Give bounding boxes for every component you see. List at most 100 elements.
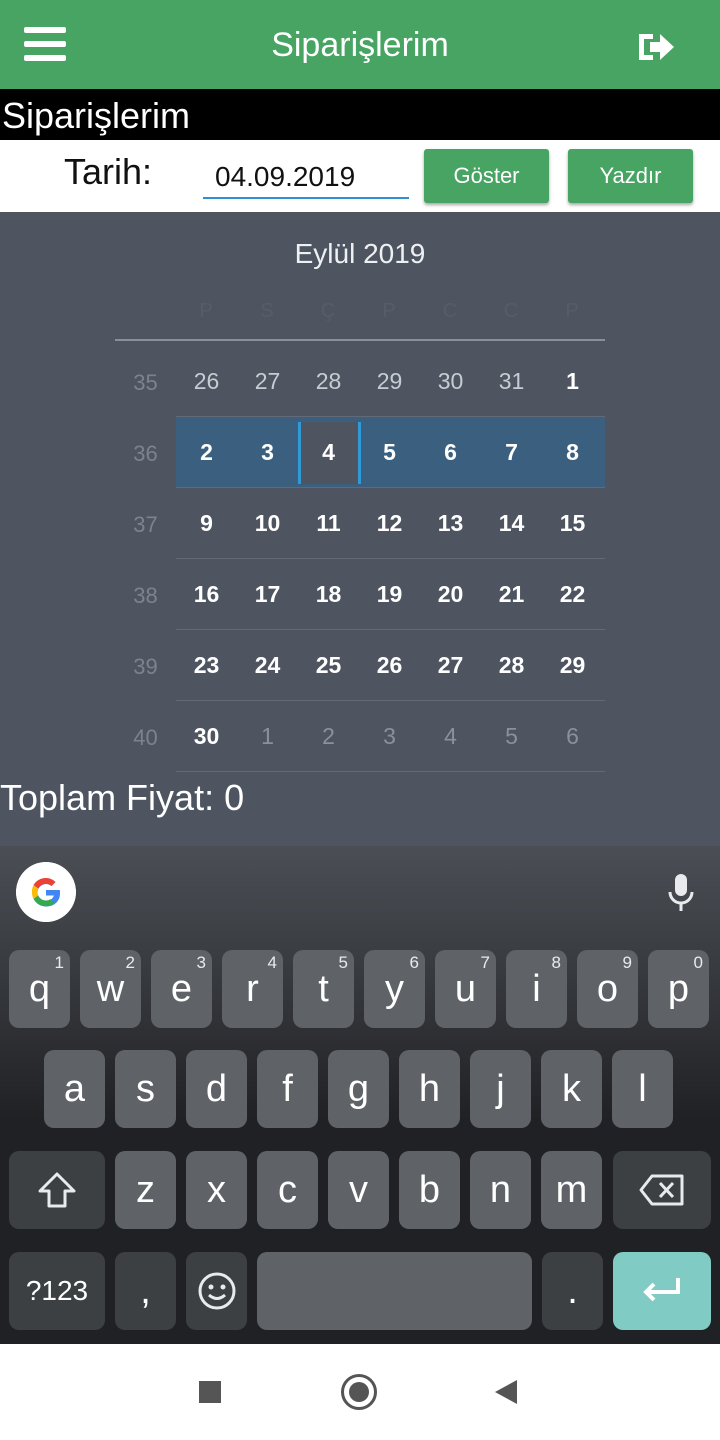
key-c[interactable]: c [257,1151,318,1229]
weekday-header: Ç [320,300,336,322]
backspace-icon [639,1174,684,1206]
recent-apps-icon[interactable] [199,1381,221,1403]
key-number-hint: 6 [409,953,419,972]
calendar-day[interactable]: 4 [420,723,481,750]
calendar-day[interactable]: 11 [298,510,359,537]
key-l[interactable]: l [612,1050,673,1128]
key-label: i [532,968,541,1010]
key-r[interactable]: r4 [222,950,283,1028]
period-key[interactable]: . [542,1252,603,1330]
calendar-day[interactable]: 6 [420,439,481,466]
calendar-day[interactable]: 2 [176,439,237,466]
key-s[interactable]: s [115,1050,176,1128]
calendar-day[interactable]: 15 [542,510,603,537]
key-w[interactable]: w2 [80,950,141,1028]
calendar-day[interactable]: 21 [481,581,542,608]
symbols-key[interactable]: ?123 [9,1252,105,1330]
calendar-day[interactable]: 3 [237,439,298,466]
calendar-day[interactable]: 12 [359,510,420,537]
calendar-day[interactable]: 3 [359,723,420,750]
enter-key[interactable] [613,1252,711,1330]
calendar-day[interactable]: 30 [420,368,481,395]
calendar-day[interactable]: 5 [359,439,420,466]
show-button[interactable]: Göster [424,149,549,203]
key-u[interactable]: u7 [435,950,496,1028]
key-j[interactable]: j [470,1050,531,1128]
google-icon[interactable] [16,862,76,922]
key-p[interactable]: p0 [648,950,709,1028]
key-n[interactable]: n [470,1151,531,1229]
calendar-day[interactable]: 20 [420,581,481,608]
space-key[interactable] [257,1252,532,1330]
key-t[interactable]: t5 [293,950,354,1028]
calendar-day[interactable]: 22 [542,581,603,608]
key-m[interactable]: m [541,1151,602,1229]
backspace-key[interactable] [613,1151,711,1229]
calendar-day[interactable]: 10 [237,510,298,537]
print-button[interactable]: Yazdır [568,149,693,203]
key-x[interactable]: x [186,1151,247,1229]
key-label: t [318,968,329,1010]
home-icon[interactable] [341,1374,377,1410]
key-k[interactable]: k [541,1050,602,1128]
calendar-day[interactable]: 18 [298,581,359,608]
calendar-day[interactable]: 4 [298,439,359,466]
key-g[interactable]: g [328,1050,389,1128]
key-e[interactable]: e3 [151,950,212,1028]
calendar-day[interactable]: 27 [237,368,298,395]
comma-key[interactable]: , [115,1252,176,1330]
calendar-day[interactable]: 28 [481,652,542,679]
logout-icon[interactable] [636,30,676,64]
calendar-day[interactable]: 5 [481,723,542,750]
calendar-day[interactable]: 1 [542,368,603,395]
calendar-week-row: 35 26 27 28 29 30 31 1 [115,346,605,417]
back-icon[interactable] [495,1380,517,1404]
key-y[interactable]: y6 [364,950,425,1028]
week-number: 38 [133,583,158,608]
date-input[interactable] [203,153,409,199]
calendar-day[interactable]: 2 [298,723,359,750]
calendar-day[interactable]: 13 [420,510,481,537]
calendar-day[interactable]: 9 [176,510,237,537]
calendar-day[interactable]: 7 [481,439,542,466]
calendar-day[interactable]: 26 [359,652,420,679]
calendar-day[interactable]: 30 [176,723,237,750]
key-h[interactable]: h [399,1050,460,1128]
calendar-day[interactable]: 23 [176,652,237,679]
key-a[interactable]: a [44,1050,105,1128]
key-i[interactable]: i8 [506,950,567,1028]
shift-key[interactable] [9,1151,105,1229]
key-label: p [667,968,690,1010]
key-d[interactable]: d [186,1050,247,1128]
calendar-day[interactable]: 16 [176,581,237,608]
key-b[interactable]: b [399,1151,460,1229]
calendar-day[interactable]: 1 [237,723,298,750]
calendar-day[interactable]: 6 [542,723,603,750]
calendar-day[interactable]: 27 [420,652,481,679]
soft-keyboard: q 1 w 2 e 3 r 4 t 5 y 6 u 7 i 8 o 9 p 0 a s d f g h j k l z x c v b n m ?123… [0,846,720,1344]
calendar-day[interactable]: 29 [542,652,603,679]
key-number-hint: 5 [338,953,348,972]
weekday-header: C [442,300,458,322]
date-label: Tarih: [64,151,153,192]
mic-icon[interactable] [666,872,696,914]
key-v[interactable]: v [328,1151,389,1229]
calendar-day[interactable]: 8 [542,439,603,466]
key-o[interactable]: o9 [577,950,638,1028]
calendar-day[interactable]: 25 [298,652,359,679]
calendar-day[interactable]: 17 [237,581,298,608]
calendar-day[interactable]: 14 [481,510,542,537]
emoji-icon [198,1272,235,1310]
calendar-day[interactable]: 28 [298,368,359,395]
calendar-day[interactable]: 31 [481,368,542,395]
calendar-day[interactable]: 19 [359,581,420,608]
key-z[interactable]: z [115,1151,176,1229]
app-bar: Siparişlerim [0,0,720,89]
key-f[interactable]: f [257,1050,318,1128]
calendar-day[interactable]: 24 [237,652,298,679]
key-number-hint: 0 [693,953,703,972]
key-q[interactable]: q1 [9,950,70,1028]
emoji-key[interactable] [186,1252,247,1330]
calendar-day[interactable]: 26 [176,368,237,395]
calendar-day[interactable]: 29 [359,368,420,395]
